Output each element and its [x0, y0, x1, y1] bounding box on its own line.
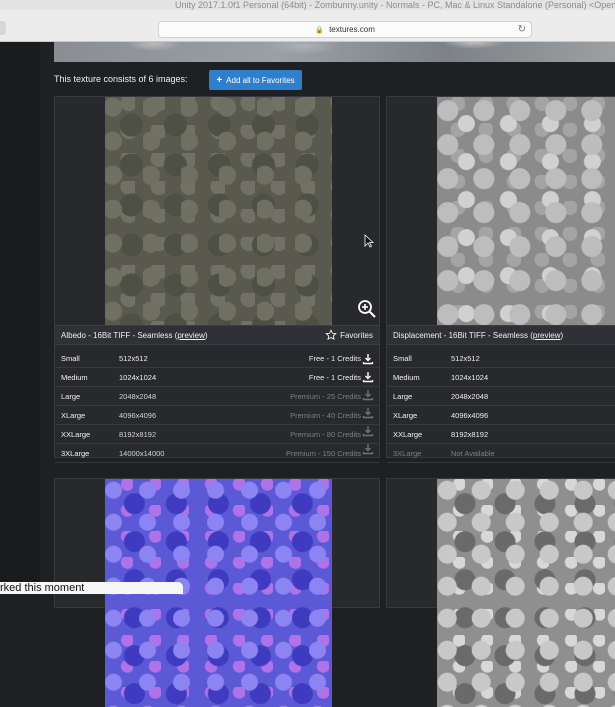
texture-card-ambient-occlusion: [386, 478, 615, 707]
window-title: Unity 2017.1.0f1 Personal (64bit) - Zomb…: [175, 0, 615, 10]
size-label-xlarge: XLarge: [55, 405, 119, 425]
displacement-preview-link[interactable]: preview: [533, 331, 561, 340]
browser-toolbar: 🔒 textures.com ↻: [0, 10, 615, 42]
size-row-xlarge: XLarge 4096x4096 Premium - 40 Credits: [55, 405, 379, 425]
size-label-medium: Medium: [55, 367, 119, 387]
size-price-small: Free - 1 Credits: [204, 349, 379, 368]
displacement-title: Displacement - 16Bit TIFF - Seamless (pr…: [393, 331, 564, 340]
size-row-small: Small 512x512 Free - 1 Credits: [55, 349, 379, 368]
star-outline-icon: [325, 329, 337, 341]
size-label-3xlarge: 3XLarge: [55, 443, 119, 463]
mouse-cursor-icon: [364, 234, 374, 248]
size-row-medium: Medium 1024x1024 Free - 1 Credits: [55, 367, 379, 387]
size-label-small: Small: [55, 349, 119, 368]
size-row-3xlarge: 3XLarge Not Available: [387, 443, 615, 463]
size-price-3xlarge: Premium - 150 Credits: [204, 443, 379, 463]
size-label-xxlarge: XXLarge: [55, 424, 119, 444]
size-row-xxlarge: XXLarge 8192x8192: [387, 424, 615, 444]
images-count-text: This texture consists of 6 images:: [54, 74, 188, 84]
size-resolution-xxlarge: 8192x8192: [451, 424, 615, 444]
size-price-large: Premium - 25 Credits: [204, 386, 379, 406]
download-icon[interactable]: [362, 353, 374, 365]
texture-card-displacement: Displacement - 16Bit TIFF - Seamless (pr…: [386, 96, 615, 463]
download-icon[interactable]: [362, 389, 374, 401]
size-resolution-xxlarge: 8192x8192: [119, 424, 205, 444]
download-icon[interactable]: [362, 425, 374, 437]
sidebar-strip: [0, 42, 40, 594]
notification-tooltip: rked this moment: [0, 582, 183, 594]
size-row-small: Small 512x512: [387, 349, 615, 368]
reload-icon[interactable]: ↻: [518, 22, 526, 37]
size-row-large: Large 2048x2048: [387, 386, 615, 406]
size-resolution-3xlarge: 14000x14000: [119, 443, 205, 463]
favorites-button[interactable]: Favorites: [325, 329, 373, 341]
size-resolution-small: 512x512: [119, 349, 205, 368]
plus-icon: +: [216, 74, 223, 86]
lock-icon: 🔒: [315, 27, 324, 34]
size-price-xxlarge: Premium - 80 Credits: [204, 424, 379, 444]
download-icon[interactable]: [362, 407, 374, 419]
albedo-size-table: Small 512x512 Free - 1 Credits Medium 10…: [55, 349, 379, 463]
displacement-title-text: Displacement - 16Bit TIFF - Seamless: [393, 331, 529, 340]
zoom-in-icon[interactable]: [357, 299, 377, 319]
size-label-large: Large: [55, 386, 119, 406]
size-label-xxlarge: XXLarge: [387, 424, 451, 444]
size-resolution-large: 2048x2048: [451, 386, 615, 406]
hero-image: [54, 42, 615, 62]
size-resolution-small: 512x512: [451, 349, 615, 368]
size-price-medium: Free - 1 Credits: [204, 367, 379, 387]
size-row-3xlarge: 3XLarge 14000x14000 Premium - 150 Credit…: [55, 443, 379, 463]
address-text: textures.com: [329, 25, 375, 34]
size-row-xxlarge: XXLarge 8192x8192 Premium - 80 Credits: [55, 424, 379, 444]
displacement-thumbnail[interactable]: [437, 97, 615, 325]
albedo-preview-link[interactable]: preview: [177, 331, 205, 340]
size-label-3xlarge: 3XLarge: [387, 443, 451, 463]
favorites-label: Favorites: [340, 330, 373, 340]
albedo-thumbnail[interactable]: [105, 97, 332, 325]
size-row-medium: Medium 1024x1024: [387, 367, 615, 387]
displacement-size-table: Small 512x512 Medium 1024x1024 Large 204…: [387, 349, 615, 463]
size-resolution-xlarge: 4096x4096: [119, 405, 205, 425]
size-resolution-large: 2048x2048: [119, 386, 205, 406]
size-label-large: Large: [387, 386, 451, 406]
download-icon[interactable]: [362, 443, 374, 455]
size-resolution-medium: 1024x1024: [119, 367, 205, 387]
size-row-xlarge: XLarge 4096x4096: [387, 405, 615, 425]
albedo-title-text: Albedo - 16Bit TIFF - Seamless: [61, 331, 173, 340]
add-all-favorites-button[interactable]: + Add all to Favorites: [209, 70, 302, 90]
albedo-meta-row: Albedo - 16Bit TIFF - Seamless (preview)…: [55, 325, 379, 345]
download-icon[interactable]: [362, 371, 374, 383]
size-resolution-xlarge: 4096x4096: [451, 405, 615, 425]
size-resolution-3xlarge: Not Available: [451, 443, 615, 463]
add-all-favorites-label: Add all to Favorites: [226, 75, 295, 85]
size-label-medium: Medium: [387, 367, 451, 387]
albedo-title: Albedo - 16Bit TIFF - Seamless (preview): [61, 331, 208, 340]
size-resolution-medium: 1024x1024: [451, 367, 615, 387]
displacement-meta-row: Displacement - 16Bit TIFF - Seamless (pr…: [387, 325, 615, 345]
size-row-large: Large 2048x2048 Premium - 25 Credits: [55, 386, 379, 406]
ao-thumbnail[interactable]: [437, 479, 615, 707]
texture-card-albedo: Albedo - 16Bit TIFF - Seamless (preview)…: [54, 96, 380, 463]
tab-stub[interactable]: [0, 21, 6, 35]
size-label-xlarge: XLarge: [387, 405, 451, 425]
address-bar[interactable]: 🔒 textures.com ↻: [158, 21, 532, 38]
size-label-small: Small: [387, 349, 451, 368]
window-titlebar: Unity 2017.1.0f1 Personal (64bit) - Zomb…: [0, 0, 615, 10]
size-price-xlarge: Premium - 40 Credits: [204, 405, 379, 425]
